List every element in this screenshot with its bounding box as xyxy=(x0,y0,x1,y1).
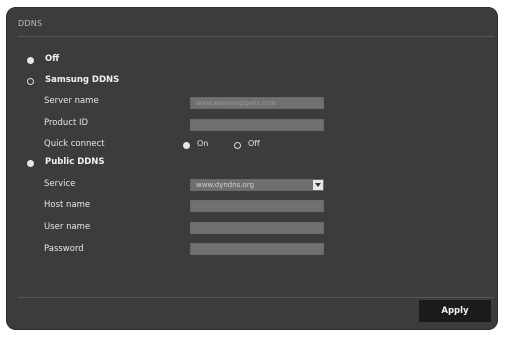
panel-title: DDNS xyxy=(18,19,43,28)
quick-connect-on-label: On xyxy=(197,139,209,148)
password-label: Password xyxy=(44,244,84,254)
service-label: Service xyxy=(44,179,76,189)
product-id-label: Product ID xyxy=(44,118,89,128)
radio-public-ddns[interactable] xyxy=(27,160,34,167)
password-input[interactable] xyxy=(190,243,324,255)
divider-bottom xyxy=(18,297,494,298)
server-name-input[interactable]: www.samsungipolis.com xyxy=(190,97,324,109)
option-off-label: Off xyxy=(45,54,60,64)
server-name-label: Server name xyxy=(44,96,99,106)
host-name-input[interactable] xyxy=(190,200,324,212)
quick-connect-label: Quick connect xyxy=(44,139,105,149)
user-name-label: User name xyxy=(44,222,91,232)
option-public-ddns-label: Public DDNS xyxy=(45,157,105,167)
apply-button[interactable]: Apply xyxy=(419,300,491,322)
radio-quick-connect-off[interactable] xyxy=(234,142,241,149)
quick-connect-off-label: Off xyxy=(248,139,260,148)
user-name-input[interactable] xyxy=(190,222,324,234)
chevron-down-icon[interactable] xyxy=(313,180,323,190)
divider-top xyxy=(18,36,494,37)
radio-quick-connect-on[interactable] xyxy=(183,142,190,149)
option-samsung-ddns-label: Samsung DDNS xyxy=(45,75,120,85)
service-select[interactable]: www.dyndns.org xyxy=(190,179,324,191)
radio-off[interactable] xyxy=(27,57,34,64)
ddns-panel: DDNS Off Samsung DDNS Server name www.sa… xyxy=(6,7,498,330)
service-select-value: www.dyndns.org xyxy=(196,181,255,189)
radio-samsung-ddns[interactable] xyxy=(27,78,34,85)
host-name-label: Host name xyxy=(44,200,91,210)
product-id-input[interactable] xyxy=(190,119,324,131)
